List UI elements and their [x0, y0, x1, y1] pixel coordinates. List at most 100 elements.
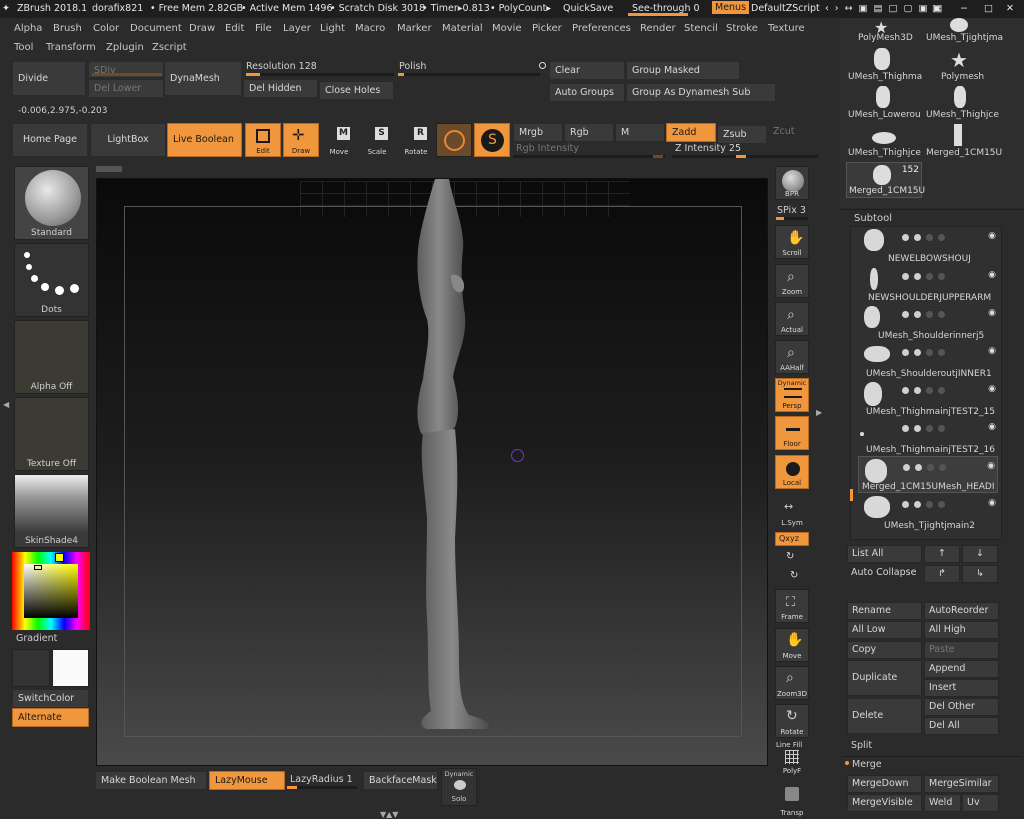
menu-picker[interactable]: Picker: [532, 23, 562, 34]
subtool-4-toggles[interactable]: [902, 386, 972, 394]
color-mode-button[interactable]: S: [474, 123, 510, 157]
menu-document[interactable]: Document: [130, 23, 182, 34]
split-section[interactable]: Split: [851, 740, 872, 751]
brush-selector[interactable]: Standard: [14, 166, 89, 240]
left-tray-toggle-icon[interactable]: ◀: [3, 400, 9, 409]
auto-collapse-button[interactable]: Auto Collapse: [847, 565, 922, 583]
zadd-button[interactable]: Zadd: [666, 123, 716, 142]
merge-section[interactable]: Merge: [852, 759, 882, 770]
tool-thumb-6[interactable]: UMesh_Thighjce: [848, 148, 921, 158]
menu-tool[interactable]: Tool: [14, 42, 33, 53]
subtool-7-toggles[interactable]: [902, 500, 972, 508]
mergesimilar-button[interactable]: MergeSimilar: [924, 775, 999, 793]
polyf-button[interactable]: PolyF: [775, 750, 809, 776]
move-in-button[interactable]: ↳: [962, 565, 998, 583]
tool-thumb-4[interactable]: UMesh_Lowerou: [848, 110, 921, 120]
autoreorder-button[interactable]: AutoReorder: [924, 602, 999, 620]
persp-button[interactable]: Dynamic Persp: [775, 378, 809, 412]
rotate-mode-button[interactable]: R Rotate: [398, 123, 434, 157]
menu-macro[interactable]: Macro: [355, 23, 385, 34]
menu-marker[interactable]: Marker: [397, 23, 432, 34]
subtool-0-eye-icon[interactable]: ◉: [988, 231, 996, 241]
move-out-button[interactable]: ↱: [924, 565, 960, 583]
subtool-1-toggles[interactable]: [902, 272, 972, 280]
lightbox-button[interactable]: LightBox: [90, 123, 166, 157]
live-boolean-button[interactable]: Live Boolean: [167, 123, 242, 157]
spix-slider[interactable]: SPix 3: [777, 205, 806, 216]
texture-selector[interactable]: Texture Off: [14, 397, 89, 471]
insert-button[interactable]: Insert: [924, 679, 999, 697]
canvas-scroll-handle[interactable]: [96, 166, 122, 172]
rotate-z-icon[interactable]: ↻: [790, 570, 798, 581]
divide-button[interactable]: Divide: [12, 61, 86, 96]
m-button[interactable]: M: [615, 123, 665, 142]
del-all-button[interactable]: Del All: [924, 717, 999, 735]
bpr-button[interactable]: BPR: [775, 166, 809, 200]
menu-stencil[interactable]: Stencil: [684, 23, 718, 34]
edit-mode-button[interactable]: Edit: [245, 123, 281, 157]
xyz-button[interactable]: Qxyz: [775, 532, 809, 546]
figure-model[interactable]: [397, 179, 517, 739]
actual-button[interactable]: ⌕ Actual: [775, 302, 809, 336]
lsym-button[interactable]: ↔ L.Sym: [775, 494, 809, 528]
del-lower-button[interactable]: Del Lower: [88, 79, 164, 98]
duplicate-button[interactable]: Duplicate: [847, 660, 922, 696]
del-hidden-button[interactable]: Del Hidden: [243, 79, 318, 98]
move-down-button[interactable]: ↓: [962, 545, 998, 563]
solo-button[interactable]: Dynamic Solo: [441, 768, 477, 806]
subtool-0-toggles[interactable]: [902, 233, 972, 241]
minimize-icon[interactable]: −: [960, 3, 968, 14]
quicksave-button[interactable]: QuickSave: [563, 3, 613, 14]
tool-thumb-5[interactable]: UMesh_Thighjce: [926, 110, 999, 120]
polish-track[interactable]: [398, 73, 540, 76]
menu-render[interactable]: Render: [640, 23, 676, 34]
rgb-intensity-slider[interactable]: Rgb Intensity: [516, 143, 579, 154]
mergevisible-button[interactable]: MergeVisible: [847, 794, 922, 812]
material-selector[interactable]: SkinShade4: [14, 474, 89, 548]
alpha-selector[interactable]: Alpha Off: [14, 320, 89, 394]
right-tray-toggle-icon[interactable]: ▶: [816, 408, 822, 417]
menu-color[interactable]: Color: [93, 23, 119, 34]
hue-marker[interactable]: [55, 553, 64, 562]
lazymouse-button[interactable]: LazyMouse: [209, 771, 285, 790]
color-picker[interactable]: [12, 552, 90, 630]
z-intensity-slider[interactable]: Z Intensity 25: [675, 143, 741, 154]
group-masked-button[interactable]: Group Masked: [626, 61, 740, 80]
zcut-button[interactable]: Zcut: [768, 123, 818, 140]
subtool-item-7[interactable]: ◉ UMesh_Tjightjmain2: [858, 494, 998, 531]
uv-button[interactable]: Uv: [962, 794, 999, 812]
subtool-scrollbar[interactable]: [850, 489, 853, 501]
subtool-4-eye-icon[interactable]: ◉: [988, 384, 996, 394]
list-all-button[interactable]: List All: [847, 545, 922, 563]
resolution-slider[interactable]: Resolution 128: [246, 61, 317, 72]
gradient-label[interactable]: Gradient: [16, 633, 57, 644]
auto-groups-button[interactable]: Auto Groups: [549, 83, 625, 102]
all-high-button[interactable]: All High: [924, 621, 999, 639]
subtool-item-4[interactable]: ◉ UMesh_ThighmainjTEST2_15: [858, 380, 998, 417]
make-boolean-mesh-button[interactable]: Make Boolean Mesh: [95, 771, 207, 790]
polish-slider[interactable]: Polish: [399, 61, 426, 72]
menu-stroke[interactable]: Stroke: [726, 23, 758, 34]
menus-button[interactable]: Menus: [712, 1, 750, 14]
clear-button[interactable]: Clear: [549, 61, 625, 80]
tool-thumb-7[interactable]: Merged_1CM15U: [926, 148, 1002, 158]
current-tool-thumb[interactable]: 152 Merged_1CM15U: [846, 162, 925, 198]
subtool-item-0[interactable]: ◉ NEWELBOWSHOUJ: [858, 227, 998, 264]
zsub-button[interactable]: Zsub: [717, 125, 767, 144]
draw-mode-button[interactable]: ✛ Draw: [283, 123, 319, 157]
alternate-button[interactable]: Alternate: [12, 708, 89, 727]
menu-transform[interactable]: Transform: [46, 42, 96, 53]
restore-icon[interactable]: □: [984, 3, 993, 14]
spix-track[interactable]: [776, 217, 808, 220]
zoom3d-button[interactable]: ⌕ Zoom3D: [775, 666, 809, 700]
close-holes-button[interactable]: Close Holes: [319, 81, 394, 100]
floor-button[interactable]: Floor: [775, 416, 809, 450]
copy-button[interactable]: Copy: [847, 641, 922, 659]
sv-marker[interactable]: [34, 565, 42, 570]
menu-zplugin[interactable]: Zplugin: [106, 42, 144, 53]
main-color-swatch[interactable]: [52, 649, 89, 687]
paste-button[interactable]: Paste: [924, 641, 999, 659]
bottom-tray-toggle-icon[interactable]: ▼▲▼: [380, 810, 398, 819]
zoom-button[interactable]: ⌕ Zoom: [775, 264, 809, 298]
del-other-button[interactable]: Del Other: [924, 698, 999, 716]
